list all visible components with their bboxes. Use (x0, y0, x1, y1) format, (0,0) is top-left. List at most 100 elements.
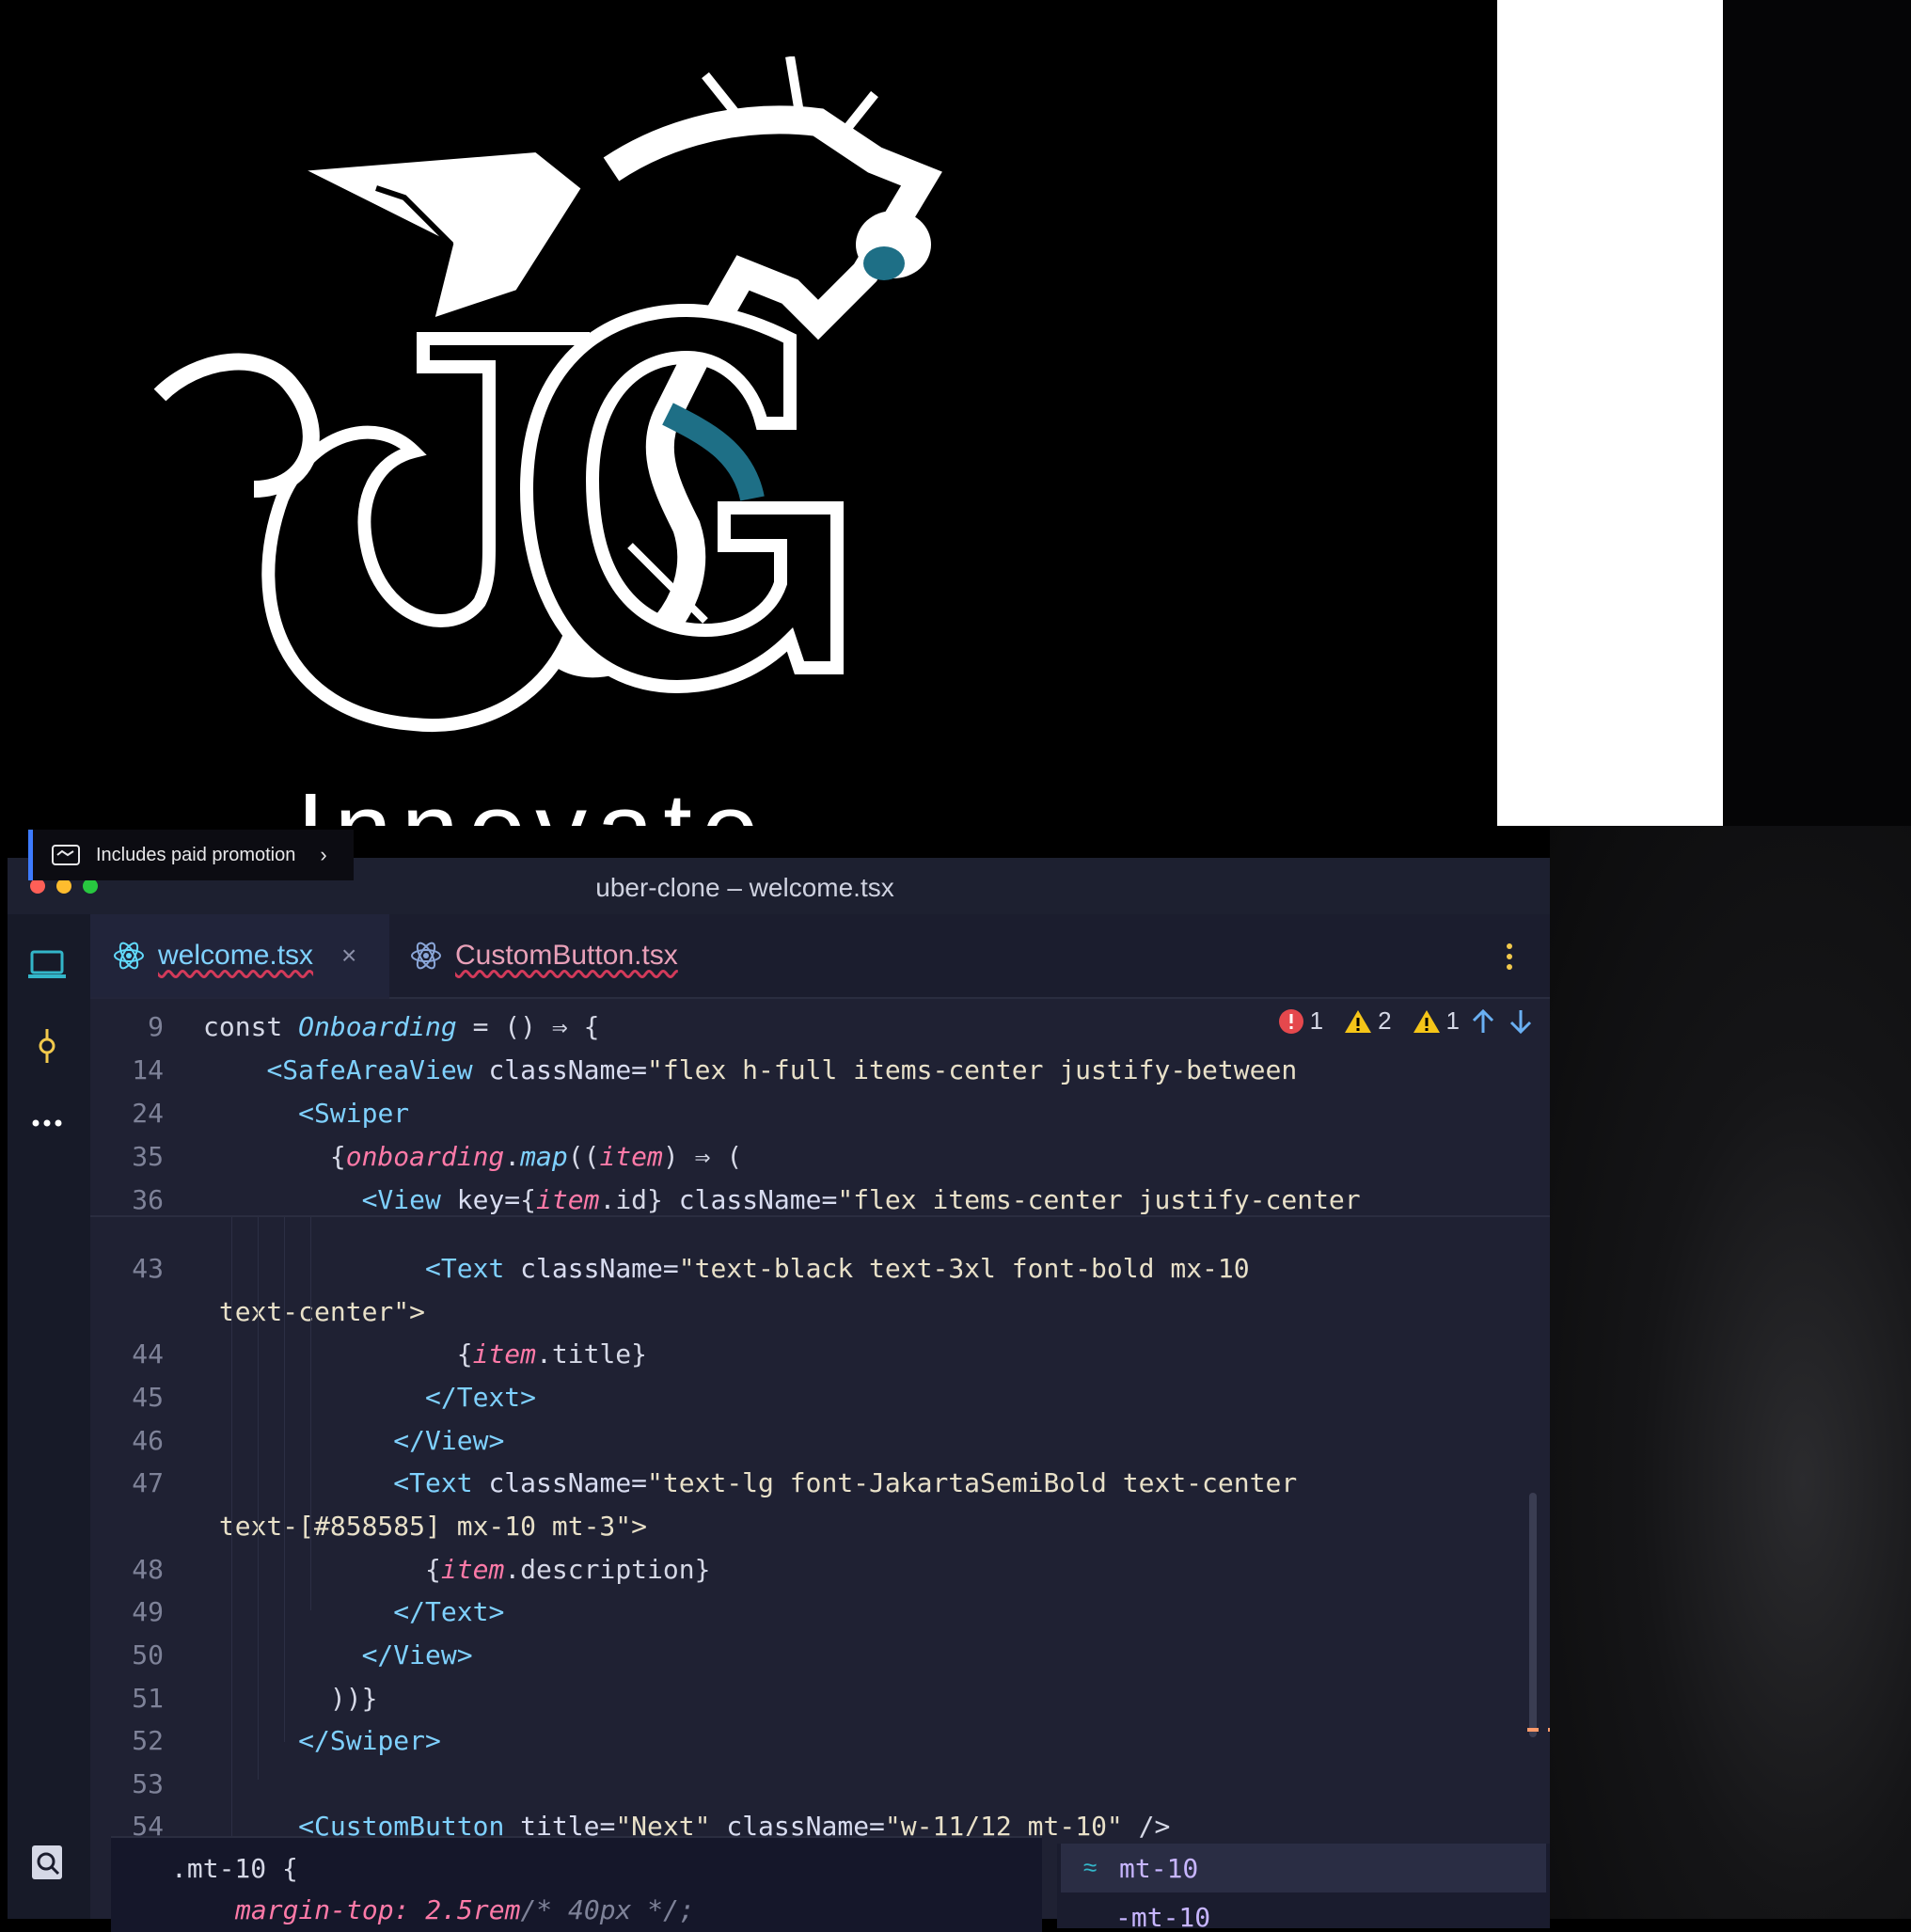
tab-welcome[interactable]: welcome.tsx × (90, 914, 389, 1000)
code-token: <Text (425, 1253, 521, 1284)
line-number: 49 (132, 1596, 164, 1627)
scrollbar-thumb[interactable] (1529, 1493, 1537, 1737)
code-text: <Text className="text-lg font-JakartaSem… (203, 1463, 1297, 1504)
line-number: 50 (132, 1639, 164, 1671)
tab-bar: welcome.tsx × CustomButton.tsx (90, 914, 1550, 1000)
code-text: </Text> (203, 1592, 504, 1633)
tailwind-icon: ≈ (1083, 1853, 1098, 1881)
code-token: "flex h-full items-center justify-betwee… (647, 1054, 1298, 1085)
laptop-icon[interactable] (26, 944, 68, 986)
line-number: 46 (132, 1425, 164, 1456)
promo-accent-bar (28, 830, 33, 880)
code-line[interactable]: 36 <View key={item.id} className="flex i… (90, 1180, 1550, 1221)
code-token: className= (488, 1054, 648, 1085)
code-line[interactable]: 47 <Text className="text-lg font-Jakarta… (90, 1463, 1550, 1504)
code-text: ))} (203, 1678, 378, 1719)
line-number: 36 (132, 1184, 164, 1215)
code-text: {item.title} (203, 1334, 647, 1375)
code-line[interactable]: 53 (90, 1764, 1550, 1805)
code-text: </View> (203, 1420, 504, 1462)
find-icon[interactable] (26, 1842, 68, 1883)
blurred-background (1550, 826, 1911, 1919)
code-token: text-center"> (203, 1296, 426, 1327)
code-token: const (203, 1011, 299, 1042)
code-token: .description} (504, 1554, 711, 1585)
code-line[interactable]: 9 const Onboarding = () ⇒ { (90, 1006, 1550, 1048)
change-marker (1527, 1728, 1539, 1732)
dark-margin (1723, 0, 1911, 826)
code-token: item (440, 1554, 505, 1585)
code-text: {onboarding.map((item) ⇒ ( (203, 1136, 742, 1178)
code-text: text-[#858585] mx-10 mt-3"> (203, 1506, 647, 1547)
code-text: <SafeAreaView className="flex h-full ite… (203, 1050, 1297, 1091)
code-line[interactable]: text-center"> (90, 1291, 1550, 1333)
code-line[interactable]: 43 <Text className="text-black text-3xl … (90, 1248, 1550, 1290)
code-token: className= (678, 1184, 838, 1215)
code-token: <SafeAreaView (266, 1054, 489, 1085)
tab-close-button[interactable]: × (341, 941, 356, 971)
line-number: 9 (148, 1011, 164, 1042)
code-token: { (520, 1184, 537, 1215)
line-number: 48 (132, 1554, 164, 1585)
git-commit-icon[interactable] (26, 1025, 68, 1067)
tab-custombutton[interactable]: CustomButton.tsx (389, 914, 709, 997)
code-token: .id} (599, 1184, 679, 1215)
more-actions-icon[interactable] (1505, 942, 1514, 971)
code-text: </Swiper> (203, 1720, 441, 1762)
code-line[interactable]: 52 </Swiper> (90, 1720, 1550, 1762)
react-icon (114, 942, 144, 970)
promo-label: Includes paid promotion (96, 844, 296, 865)
code-line[interactable]: 48 {item.description} (90, 1549, 1550, 1591)
code-token: ))} (203, 1683, 378, 1714)
code-token: </Text> (425, 1382, 537, 1413)
handshake-icon (52, 845, 80, 865)
paid-promotion-banner[interactable]: Includes paid promotion › (28, 830, 354, 880)
jg-dragon-logo (153, 56, 942, 733)
code-token: <Text (393, 1467, 489, 1498)
line-number: 14 (132, 1054, 164, 1085)
code-editor[interactable]: 1 2 1 9 const Onboarding = () ⇒ {14 <Safe… (90, 999, 1550, 1919)
code-text: <Swiper (203, 1093, 409, 1134)
code-line[interactable]: 24 <Swiper (90, 1093, 1550, 1134)
tab-label: CustomButton.tsx (455, 940, 678, 971)
code-token: { (203, 1554, 441, 1585)
code-line[interactable]: 14 <SafeAreaView className="flex h-full … (90, 1050, 1550, 1091)
code-text: </View> (203, 1635, 473, 1676)
code-line[interactable]: 35 {onboarding.map((item) ⇒ ( (90, 1136, 1550, 1178)
code-token: "flex items-center justify-center (837, 1184, 1361, 1215)
line-number: 52 (132, 1725, 164, 1756)
code-line[interactable]: text-[#858585] mx-10 mt-3"> (90, 1506, 1550, 1547)
code-token: </View> (393, 1425, 505, 1456)
line-number: 51 (132, 1683, 164, 1714)
code-line[interactable]: 46 </View> (90, 1420, 1550, 1462)
line-number: 44 (132, 1338, 164, 1370)
logo-caption: Innovate (296, 769, 768, 826)
code-line[interactable]: 49 </Text> (90, 1592, 1550, 1633)
code-token: map (520, 1141, 568, 1172)
code-line[interactable]: 50 </View> (90, 1635, 1550, 1676)
line-number: 47 (132, 1467, 164, 1498)
autocomplete-list[interactable]: ≈ mt-10 -mt-10 (1057, 1844, 1550, 1928)
code-token: /> (1122, 1811, 1171, 1842)
code-token: . (504, 1141, 521, 1172)
code-text: {item.description} (203, 1549, 710, 1591)
more-icon[interactable] (26, 1102, 68, 1144)
autocomplete-label-2: -mt-10 (1115, 1902, 1211, 1928)
code-line[interactable]: 45 </Text> (90, 1377, 1550, 1418)
ide-window: uber-clone – welcome.tsx welcome.tsx × C… (8, 858, 1550, 1919)
hover-property: margin-top: 2.5rem (235, 1894, 521, 1925)
tab-label: welcome.tsx (158, 940, 314, 971)
code-token: (( (567, 1141, 600, 1172)
code-line[interactable]: 51 ))} (90, 1678, 1550, 1719)
line-number: 53 (132, 1768, 164, 1799)
change-marker (1548, 1728, 1550, 1732)
code-token: onboarding (345, 1141, 505, 1172)
autocomplete-item[interactable]: ≈ mt-10 (1061, 1844, 1546, 1892)
indent-guide (231, 1215, 232, 1892)
code-line[interactable]: 44 {item.title} (90, 1334, 1550, 1375)
